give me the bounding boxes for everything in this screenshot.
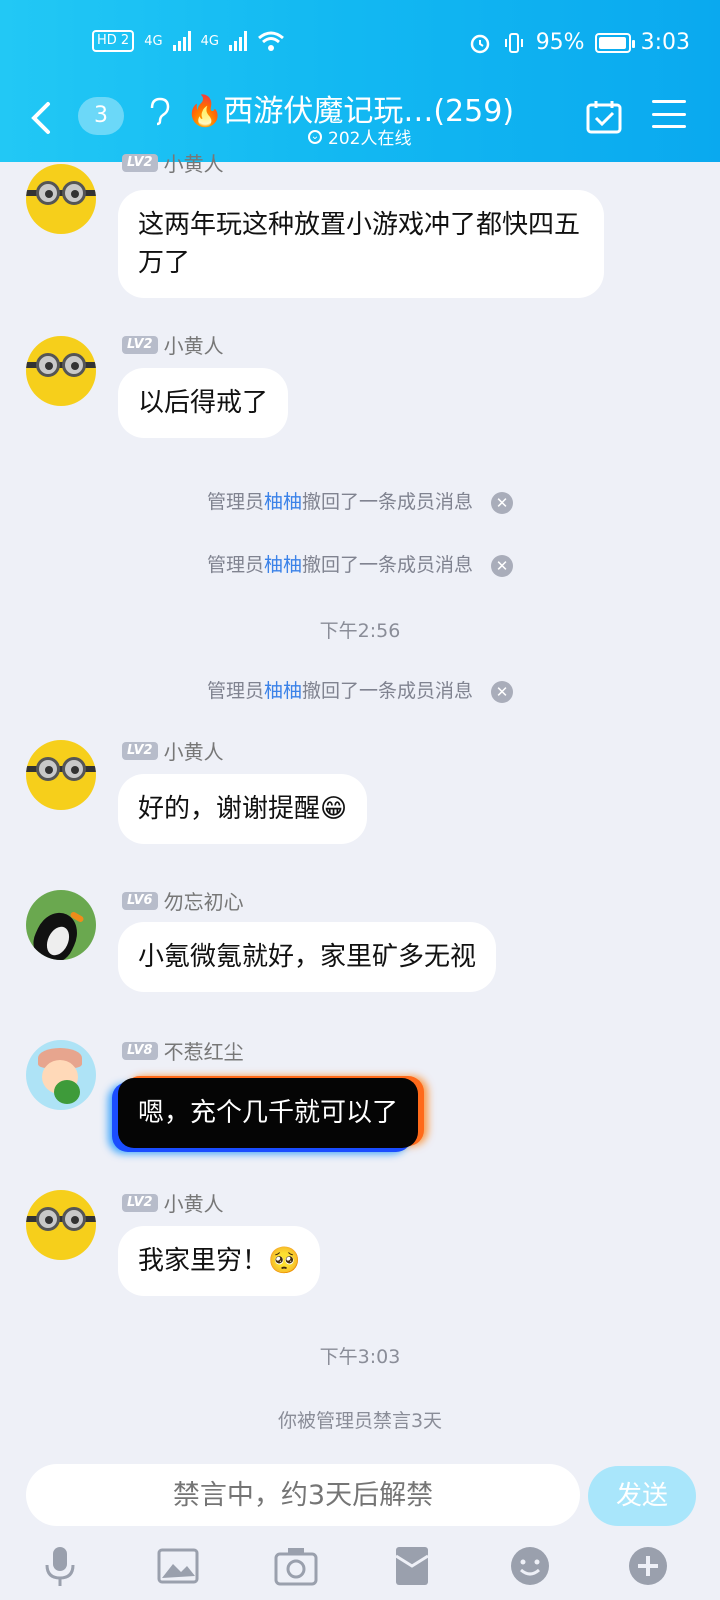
sender-name[interactable]: 小黄人 bbox=[164, 736, 224, 765]
back-arrow-icon[interactable] bbox=[28, 98, 52, 145]
plus-icon[interactable] bbox=[626, 1544, 670, 1588]
chat-header: HD 2 4G 4G 95% 3:03 3 🔥西游伏魔记玩…(259) ⌄ 20… bbox=[0, 0, 720, 162]
admin-name-link[interactable]: 柚柚 bbox=[264, 491, 302, 513]
recall-notice: 管理员柚柚撤回了一条成员消息 ✕ bbox=[0, 676, 720, 703]
message-input[interactable] bbox=[26, 1464, 580, 1526]
signal-1-icon bbox=[172, 31, 191, 51]
girl-avatar[interactable] bbox=[26, 1040, 96, 1110]
level-badge: LV2 bbox=[122, 1193, 158, 1212]
level-badge: LV8 bbox=[122, 1041, 158, 1060]
unread-count-badge[interactable]: 3 bbox=[78, 97, 124, 135]
minion-avatar[interactable] bbox=[26, 1190, 96, 1260]
penguin-avatar[interactable] bbox=[26, 890, 96, 960]
minion-avatar[interactable] bbox=[26, 740, 96, 810]
battery-percent: 95% bbox=[535, 30, 585, 55]
earpiece-mode-icon[interactable] bbox=[146, 96, 172, 133]
online-count-label: 202人在线 bbox=[328, 129, 412, 149]
sender-name[interactable]: 小黄人 bbox=[164, 148, 224, 177]
sender-meta: LV6 勿忘初心 bbox=[122, 886, 244, 915]
calendar-check-icon[interactable] bbox=[586, 100, 622, 134]
level-badge: LV2 bbox=[122, 335, 158, 354]
red-packet-icon[interactable] bbox=[390, 1544, 434, 1588]
sender-meta: LV2 小黄人 bbox=[122, 330, 224, 359]
microphone-icon[interactable] bbox=[38, 1544, 82, 1588]
sender-name[interactable]: 勿忘初心 bbox=[164, 886, 244, 915]
timestamp: 下午3:03 bbox=[319, 1346, 401, 1368]
navigation-bar: 3 🔥西游伏魔记玩…(259) ⌄ 202人在线 bbox=[0, 80, 720, 160]
send-button[interactable]: 发送 bbox=[588, 1466, 696, 1526]
message-bubble[interactable]: 小氪微氪就好，家里矿多无视 bbox=[118, 922, 497, 992]
battery-level-fill bbox=[598, 36, 626, 49]
notice-suffix: 撤回了一条成员消息 bbox=[302, 554, 474, 576]
vibrate-icon bbox=[504, 32, 523, 53]
message-bubble[interactable]: 以后得戒了 bbox=[118, 368, 289, 438]
timestamp: 下午2:56 bbox=[319, 620, 401, 642]
notice-prefix: 管理员 bbox=[206, 680, 264, 702]
image-icon[interactable] bbox=[156, 1544, 200, 1588]
level-badge: LV2 bbox=[122, 741, 158, 760]
status-bar: HD 2 4G 4G 95% 3:03 bbox=[0, 26, 720, 66]
notice-suffix: 撤回了一条成员消息 bbox=[302, 680, 474, 702]
hd-badge-icon: HD 2 bbox=[92, 30, 135, 52]
close-icon[interactable]: ✕ bbox=[491, 491, 514, 514]
notice-prefix: 管理员 bbox=[206, 491, 264, 513]
online-count[interactable]: ⌄ 202人在线 bbox=[308, 124, 411, 149]
sender-meta: LV2 小黄人 bbox=[122, 736, 224, 765]
message-bubble[interactable]: 这两年玩这种放置小游戏冲了都快四五万了 bbox=[118, 190, 604, 298]
sender-meta: LV2 小黄人 bbox=[122, 1188, 224, 1217]
chevron-down-icon: ⌄ bbox=[308, 129, 322, 144]
network-label-2: 4G bbox=[200, 33, 219, 49]
signal-2-icon bbox=[228, 31, 247, 51]
clock: 3:03 bbox=[640, 30, 690, 55]
message-bubble[interactable]: 我家里穷！🥺 bbox=[118, 1226, 321, 1296]
camera-icon[interactable] bbox=[274, 1544, 318, 1588]
close-icon[interactable]: ✕ bbox=[491, 554, 514, 577]
sender-meta: LV2 小黄人 bbox=[122, 148, 224, 177]
wifi-icon bbox=[257, 31, 284, 51]
battery-icon bbox=[594, 32, 635, 53]
recall-notice: 管理员柚柚撤回了一条成员消息 ✕ bbox=[0, 487, 720, 514]
sender-meta: LV8 不惹红尘 bbox=[122, 1036, 244, 1065]
network-label: 4G bbox=[144, 33, 163, 49]
recall-notice: 管理员柚柚撤回了一条成员消息 ✕ bbox=[0, 550, 720, 577]
sender-name[interactable]: 小黄人 bbox=[164, 1188, 224, 1217]
muted-notice: 你被管理员禁言3天 bbox=[277, 1410, 443, 1432]
input-toolbar bbox=[0, 1544, 720, 1594]
emoji-icon[interactable] bbox=[508, 1544, 552, 1588]
input-bar: 发送 bbox=[0, 1456, 720, 1600]
message-bubble[interactable]: 嗯，充个几千就可以了 bbox=[118, 1078, 419, 1148]
alarm-icon bbox=[470, 34, 489, 53]
sender-name[interactable]: 小黄人 bbox=[164, 330, 224, 359]
close-icon[interactable]: ✕ bbox=[491, 680, 514, 703]
notice-suffix: 撤回了一条成员消息 bbox=[302, 491, 474, 513]
minion-avatar[interactable] bbox=[26, 336, 96, 406]
minion-avatar[interactable] bbox=[26, 164, 96, 234]
level-badge: LV6 bbox=[122, 891, 158, 910]
message-bubble[interactable]: 好的，谢谢提醒😁 bbox=[118, 774, 368, 844]
menu-icon[interactable] bbox=[652, 100, 686, 128]
notice-prefix: 管理员 bbox=[206, 554, 264, 576]
admin-name-link[interactable]: 柚柚 bbox=[264, 680, 302, 702]
level-badge: LV2 bbox=[122, 153, 158, 172]
sender-name[interactable]: 不惹红尘 bbox=[164, 1036, 244, 1065]
admin-name-link[interactable]: 柚柚 bbox=[264, 554, 302, 576]
